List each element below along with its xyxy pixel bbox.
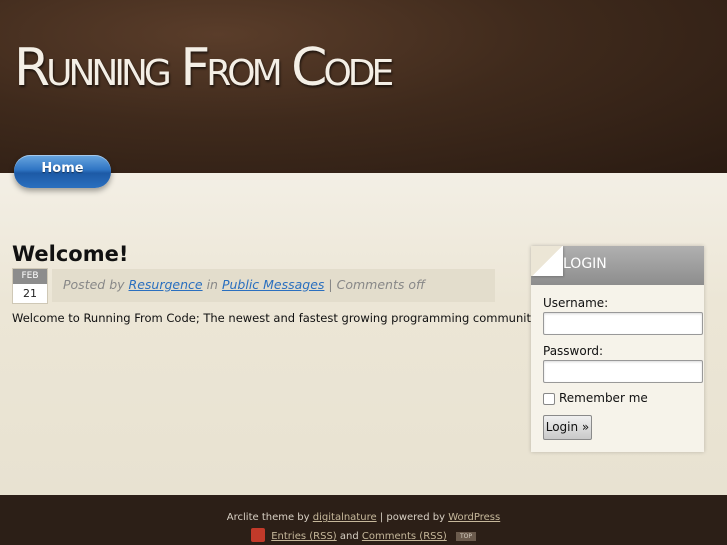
login-title: LOGIN [563, 256, 607, 272]
footer-powered-text: | powered by [379, 512, 445, 523]
footer-credits: Arclite theme by digitalnature | powered… [0, 512, 727, 523]
meta-in: in [206, 277, 218, 292]
site-title[interactable]: Running From Code [14, 38, 394, 98]
back-to-top-button[interactable]: TOP [455, 531, 476, 541]
footer-feeds: Entries (RSS) and Comments (RSS) TOP [0, 528, 727, 543]
post-meta: Posted by Resurgence in Public Messages … [52, 269, 495, 302]
remember-me-label[interactable]: Remember me [559, 391, 648, 405]
remember-me-checkbox[interactable] [543, 393, 555, 405]
post-body: Welcome to Running From Code; The newest… [12, 311, 543, 325]
category-link[interactable]: Public Messages [222, 277, 324, 292]
post-date: FEB 21 [12, 268, 48, 304]
login-header: LOGIN [531, 246, 704, 285]
site-footer: Arclite theme by digitalnature | powered… [0, 495, 727, 545]
password-label: Password: [543, 344, 604, 358]
login-button[interactable]: Login » [543, 415, 592, 440]
meta-prefix: Posted by [63, 277, 125, 292]
comments-rss-link[interactable]: Comments (RSS) [362, 531, 447, 542]
post-title[interactable]: Welcome! [12, 242, 128, 266]
site-header: Running From Code [0, 0, 727, 173]
post-date-day: 21 [23, 287, 37, 300]
theme-author-link[interactable]: digitalnature [313, 512, 377, 523]
wordpress-link[interactable]: WordPress [448, 512, 500, 523]
footer-theme-text: Arclite theme by [226, 512, 310, 523]
author-link[interactable]: Resurgence [129, 277, 203, 292]
footer-and-text: and [339, 531, 359, 542]
username-input[interactable] [543, 312, 703, 335]
password-input[interactable] [543, 360, 703, 383]
meta-comments: | Comments off [328, 277, 426, 292]
username-label: Username: [543, 296, 609, 310]
post-date-month: FEB [13, 269, 47, 284]
entries-rss-link[interactable]: Entries (RSS) [271, 531, 336, 542]
login-widget: LOGIN Username: Password: Remember me Lo… [531, 246, 704, 452]
nav-home-button[interactable]: Home [14, 155, 111, 188]
rss-icon [251, 528, 266, 542]
page-fold-icon [531, 246, 563, 276]
